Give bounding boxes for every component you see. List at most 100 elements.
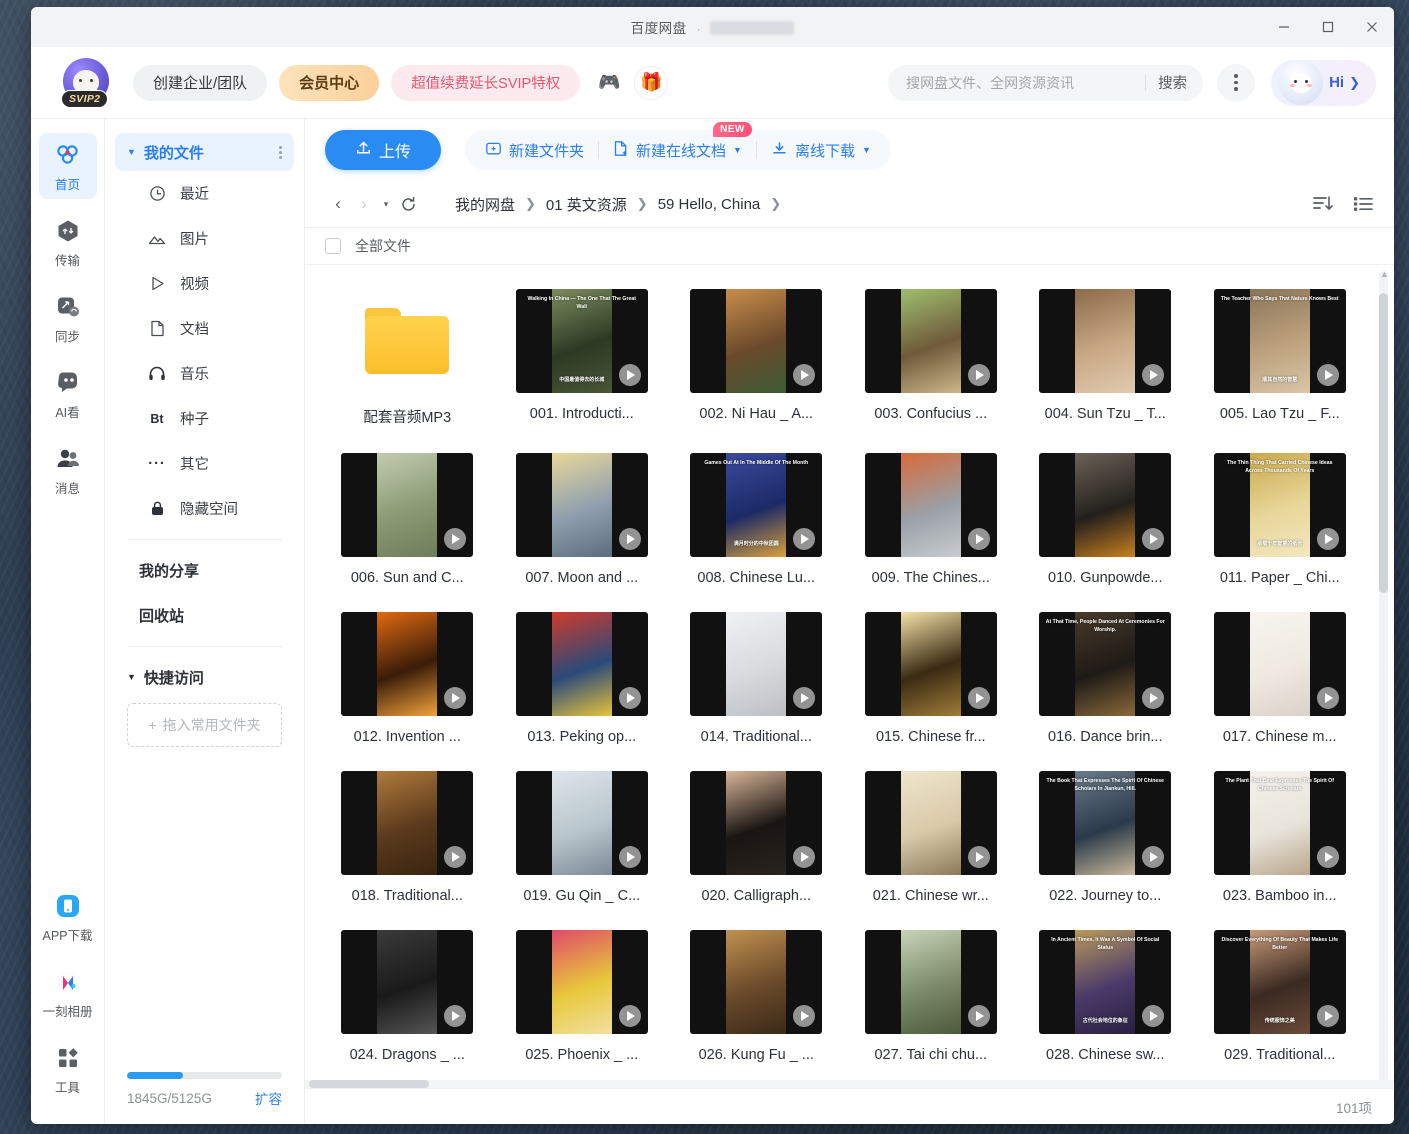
file-grid-item[interactable]: 017. Chinese m... xyxy=(1204,612,1357,745)
play-icon[interactable] xyxy=(619,1005,641,1027)
play-icon[interactable] xyxy=(968,1005,990,1027)
file-grid-item[interactable]: 020. Calligraph... xyxy=(680,771,833,904)
play-icon[interactable] xyxy=(619,846,641,868)
sidebar-item-app-download[interactable]: APP下载 xyxy=(39,884,97,950)
file-grid-item[interactable]: Walking In China — The One That The Grea… xyxy=(506,289,659,427)
tree-item-my-shares[interactable]: 我的分享 xyxy=(115,548,294,593)
play-icon[interactable] xyxy=(1317,1005,1339,1027)
new-folder-button[interactable]: 新建文件夹 xyxy=(471,133,598,167)
file-grid-item[interactable]: Games Out At In The Middle Of The Month满… xyxy=(680,453,833,586)
sidebar-item-home[interactable]: 首页 xyxy=(39,133,97,199)
list-view-icon[interactable] xyxy=(1352,194,1374,214)
expand-storage-link[interactable]: 扩容 xyxy=(255,1088,282,1108)
file-grid-item[interactable]: 002. Ni Hau _ A... xyxy=(680,289,833,427)
sidebar-item-tools[interactable]: 工具 xyxy=(39,1036,97,1102)
play-icon[interactable] xyxy=(1142,846,1164,868)
file-grid-item[interactable]: 007. Moon and ... xyxy=(506,453,659,586)
more-options-icon[interactable] xyxy=(1217,64,1255,102)
tree-item-recycle-bin[interactable]: 回收站 xyxy=(115,593,294,638)
play-icon[interactable] xyxy=(1317,528,1339,550)
play-icon[interactable] xyxy=(1142,528,1164,550)
horizontal-scrollbar-thumb[interactable] xyxy=(309,1080,429,1088)
file-grid-item[interactable]: 015. Chinese fr... xyxy=(855,612,1008,745)
search-input[interactable] xyxy=(906,75,1141,91)
file-grid-item[interactable]: The Book That Expresses The Spirit Of Ch… xyxy=(1029,771,1182,904)
tree-item-documents[interactable]: 文档 xyxy=(115,306,294,351)
quick-access-dropzone[interactable]: + 拖入常用文件夹 xyxy=(127,703,282,747)
create-team-button[interactable]: 创建企业/团队 xyxy=(133,65,267,101)
file-grid-item[interactable]: 027. Tai chi chu... xyxy=(855,930,1008,1063)
breadcrumb-item-2[interactable]: 59 Hello, China xyxy=(658,196,761,213)
file-grid-item[interactable]: 配套音频MP3 xyxy=(331,289,484,427)
sidebar-item-sync[interactable]: 同步 xyxy=(39,285,97,351)
search-button[interactable]: 搜索 xyxy=(1158,72,1197,93)
select-all-checkbox[interactable] xyxy=(325,238,341,254)
breadcrumb-item-0[interactable]: 我的网盘 xyxy=(455,194,515,215)
scroll-up-arrow[interactable]: ▲ xyxy=(1380,269,1389,279)
upload-button[interactable]: 上传 xyxy=(325,130,441,170)
tree-item-images[interactable]: 图片 xyxy=(115,216,294,261)
file-grid-item[interactable]: 024. Dragons _ ... xyxy=(331,930,484,1063)
file-grid-item[interactable]: 025. Phoenix _ ... xyxy=(506,930,659,1063)
file-grid-item[interactable]: 018. Traditional... xyxy=(331,771,484,904)
game-icon[interactable]: 🎮 xyxy=(592,66,626,100)
play-icon[interactable] xyxy=(968,528,990,550)
file-grid-item[interactable]: 004. Sun Tzu _ T... xyxy=(1029,289,1182,427)
file-grid-item[interactable]: 012. Invention ... xyxy=(331,612,484,745)
quick-access-header[interactable]: ▼ 快捷访问 xyxy=(115,655,294,699)
vertical-scrollbar-thumb[interactable] xyxy=(1379,293,1388,593)
svip-promo-button[interactable]: 超值续费延长SVIP特权 xyxy=(391,65,580,101)
file-grid-item[interactable]: The Thin Thing That Carried Chinese Idea… xyxy=(1204,453,1357,586)
file-grid-item[interactable]: 021. Chinese wr... xyxy=(855,771,1008,904)
sidebar-item-message[interactable]: 消息 xyxy=(39,437,97,503)
sidebar-item-transfer[interactable]: 传输 xyxy=(39,209,97,275)
file-grid-item[interactable]: 006. Sun and C... xyxy=(331,453,484,586)
offline-download-button[interactable]: 离线下载 ▼ xyxy=(757,133,885,167)
play-icon[interactable] xyxy=(1317,687,1339,709)
file-grid-item[interactable]: The Plant That Best Expresses The Spirit… xyxy=(1204,771,1357,904)
tree-item-music[interactable]: 音乐 xyxy=(115,351,294,396)
play-icon[interactable] xyxy=(619,364,641,386)
tree-item-videos[interactable]: 视频 xyxy=(115,261,294,306)
horizontal-scrollbar[interactable] xyxy=(305,1080,1394,1088)
file-grid-item[interactable]: At That Time, People Danced At Ceremonie… xyxy=(1029,612,1182,745)
play-icon[interactable] xyxy=(968,687,990,709)
file-grid-item[interactable]: 013. Peking op... xyxy=(506,612,659,745)
file-grid-item[interactable]: The Teacher Who Says That Nature Knows B… xyxy=(1204,289,1357,427)
play-icon[interactable] xyxy=(1317,364,1339,386)
play-icon[interactable] xyxy=(1142,687,1164,709)
file-grid-item[interactable]: 003. Confucius ... xyxy=(855,289,1008,427)
play-icon[interactable] xyxy=(793,1005,815,1027)
new-online-doc-button[interactable]: NEW 新建在线文档 ▼ xyxy=(599,133,756,167)
maximize-button[interactable] xyxy=(1306,7,1350,47)
vip-center-button[interactable]: 会员中心 xyxy=(279,65,379,101)
file-grid-item[interactable]: In Ancient Times, It Was A Symbol Of Soc… xyxy=(1029,930,1182,1063)
play-icon[interactable] xyxy=(444,528,466,550)
play-icon[interactable] xyxy=(793,364,815,386)
play-icon[interactable] xyxy=(619,528,641,550)
gift-icon[interactable]: 🎁 xyxy=(634,66,668,100)
history-dropdown-icon[interactable]: ▾ xyxy=(377,199,395,210)
tree-item-hidden-space[interactable]: 隐藏空间 xyxy=(115,486,294,531)
breadcrumb-item-1[interactable]: 01 英文资源 xyxy=(546,194,627,215)
minimize-button[interactable] xyxy=(1262,7,1306,47)
file-grid-item[interactable]: 026. Kung Fu _ ... xyxy=(680,930,833,1063)
tree-item-torrent[interactable]: Bt 种子 xyxy=(115,396,294,441)
tree-item-recent[interactable]: 最近 xyxy=(115,171,294,216)
sort-icon[interactable] xyxy=(1312,194,1334,214)
tree-item-others[interactable]: ··· 其它 xyxy=(115,441,294,486)
tree-more-icon[interactable] xyxy=(279,146,282,159)
file-grid-item[interactable]: 009. The Chines... xyxy=(855,453,1008,586)
sidebar-item-album[interactable]: 一刻相册 xyxy=(39,960,97,1026)
file-grid-item[interactable]: 014. Traditional... xyxy=(680,612,833,745)
file-grid-item[interactable]: 019. Gu Qin _ C... xyxy=(506,771,659,904)
app-logo[interactable]: SVIP2 xyxy=(59,58,115,108)
close-button[interactable] xyxy=(1350,7,1394,47)
play-icon[interactable] xyxy=(444,1005,466,1027)
file-grid-item[interactable]: Discover Everything Of Beauty That Makes… xyxy=(1204,930,1357,1063)
play-icon[interactable] xyxy=(1142,364,1164,386)
play-icon[interactable] xyxy=(793,687,815,709)
vertical-scrollbar[interactable]: ▲ xyxy=(1379,271,1388,1082)
play-icon[interactable] xyxy=(1317,846,1339,868)
play-icon[interactable] xyxy=(444,846,466,868)
